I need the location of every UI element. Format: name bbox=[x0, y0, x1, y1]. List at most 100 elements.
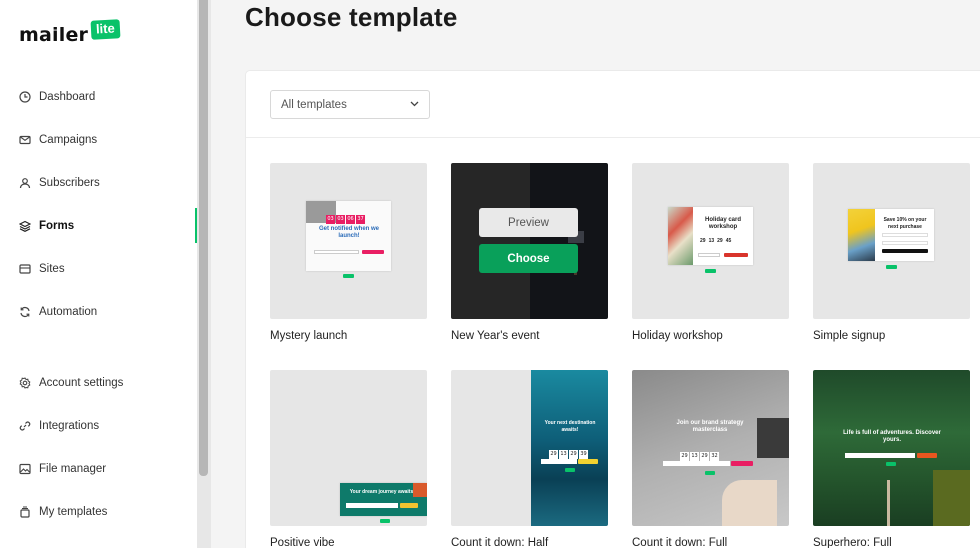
countdown-digit: 37 bbox=[356, 215, 365, 224]
countdown-digit: 29 bbox=[717, 238, 723, 244]
sidebar-item-label: File manager bbox=[39, 463, 107, 475]
sidebar-item-label: Account settings bbox=[39, 377, 124, 389]
sidebar-item-automation[interactable]: Automation bbox=[18, 303, 188, 321]
image-icon bbox=[18, 462, 32, 476]
sidebar-item-dashboard[interactable]: Dashboard bbox=[18, 88, 188, 106]
select-value: All templates bbox=[281, 98, 347, 111]
thumbnail-input bbox=[314, 250, 359, 254]
panel-divider bbox=[246, 137, 980, 138]
thumbnail-dark-left bbox=[451, 163, 530, 319]
countdown-digit: 32 bbox=[710, 452, 719, 461]
thumbnail-badge bbox=[343, 274, 354, 278]
template-card-mystery-launch[interactable]: 03 03 06 37 Get notified when we launch! bbox=[270, 163, 427, 319]
thumbnail-laptop bbox=[757, 418, 789, 458]
template-name: Holiday workshop bbox=[632, 330, 723, 342]
thumbnail-input bbox=[541, 459, 577, 464]
mailerlite-logo[interactable]: mailer lite bbox=[19, 19, 121, 46]
thumbnail-badge bbox=[886, 462, 896, 466]
clock-icon bbox=[18, 90, 32, 104]
template-card-superhero-full[interactable]: Life is full of adventures. Discover you… bbox=[813, 370, 970, 526]
user-icon bbox=[18, 176, 32, 190]
template-thumbnail: Your dream journey awaits bbox=[340, 483, 427, 516]
countdown: 03 03 06 37 bbox=[326, 207, 366, 225]
sidebar-item-sites[interactable]: Sites bbox=[18, 260, 188, 278]
template-card-count-it-down-full[interactable]: Join our brand strategy masterclass 29 13… bbox=[632, 370, 789, 526]
thumbnail-heading: Holiday card workshop bbox=[704, 217, 741, 230]
template-thumbnail: Your next destination awaits! 29 13 29 39 bbox=[531, 370, 608, 526]
logo-badge: lite bbox=[90, 19, 121, 40]
thumbnail-input bbox=[845, 453, 915, 458]
thumbnail-badge bbox=[705, 471, 715, 475]
thumbnail-image bbox=[848, 209, 875, 261]
sidebar-item-account-settings[interactable]: Account settings bbox=[18, 374, 188, 392]
thumbnail-badge bbox=[565, 468, 575, 472]
sidebar-item-label: Automation bbox=[39, 306, 98, 318]
countdown-digit: 13 bbox=[690, 452, 699, 461]
thumbnail-hand bbox=[722, 480, 777, 526]
countdown-digit: 03 bbox=[326, 215, 335, 224]
template-name: Count it down: Half bbox=[451, 537, 549, 548]
thumbnail-decoration bbox=[413, 483, 427, 497]
template-card-count-it-down-half[interactable]: Your next destination awaits! 29 13 29 39 bbox=[451, 370, 608, 526]
thumbnail-trees bbox=[933, 470, 970, 526]
thumbnail-heading: Save 10% on your next purchase bbox=[883, 217, 927, 230]
template-filter-select[interactable]: All templates bbox=[270, 90, 430, 119]
sidebar-item-integrations[interactable]: Integrations bbox=[18, 417, 188, 435]
sidebar-item-my-templates[interactable]: My templates bbox=[18, 503, 188, 521]
thumbnail-button bbox=[362, 250, 384, 254]
sidebar-item-label: Campaigns bbox=[39, 134, 98, 146]
countdown: 29 13 29 45 bbox=[700, 238, 731, 244]
countdown-digit: 29 bbox=[680, 452, 689, 461]
logo-text: mailer bbox=[19, 24, 89, 46]
thumbnail-heading: Your next destination awaits! bbox=[544, 420, 596, 433]
thumbnail-heading: Life is full of adventures. Discover you… bbox=[843, 430, 941, 443]
template-name: Count it down: Full bbox=[632, 537, 728, 548]
sidebar: mailer lite Dashboard Campaigns Subscrib… bbox=[0, 0, 197, 548]
thumbnail-button bbox=[578, 459, 598, 464]
thumbnail-badge bbox=[705, 269, 716, 273]
template-name: Mystery launch bbox=[270, 330, 348, 342]
link-icon bbox=[18, 419, 32, 433]
template-name: Simple signup bbox=[813, 330, 886, 342]
sidebar-item-label: My templates bbox=[39, 506, 108, 518]
template-name: New Year's event bbox=[451, 330, 540, 342]
thumbnail-button bbox=[882, 249, 928, 253]
thumbnail-button bbox=[731, 461, 753, 466]
sidebar-item-forms[interactable]: Forms bbox=[18, 217, 188, 235]
sidebar-item-label: Integrations bbox=[39, 420, 100, 432]
countdown-digit: 13 bbox=[708, 238, 715, 244]
sidebar-item-campaigns[interactable]: Campaigns bbox=[18, 131, 188, 149]
sidebar-item-label: Dashboard bbox=[39, 91, 96, 103]
thumbnail-input bbox=[663, 461, 730, 466]
thumbnail-button bbox=[724, 253, 748, 257]
layers-icon bbox=[18, 219, 32, 233]
sidebar-item-label: Sites bbox=[39, 263, 65, 275]
preview-button[interactable]: Preview bbox=[479, 208, 578, 237]
sidebar-item-subscribers[interactable]: Subscribers bbox=[18, 174, 188, 192]
browser-icon bbox=[18, 262, 32, 276]
thumbnail-input bbox=[882, 233, 928, 237]
envelope-icon bbox=[18, 133, 32, 147]
template-thumbnail: Save 10% on your next purchase bbox=[848, 209, 934, 261]
stack-icon bbox=[18, 505, 32, 519]
chevron-down-icon bbox=[410, 99, 419, 110]
template-card-holiday-workshop[interactable]: Holiday card workshop 29 13 29 45 bbox=[632, 163, 789, 319]
countdown-digit: 39 bbox=[579, 450, 588, 459]
template-card-simple-signup[interactable]: Save 10% on your next purchase bbox=[813, 163, 970, 319]
thumbnail-dark-right bbox=[530, 163, 608, 319]
countdown-digit: 45 bbox=[725, 238, 732, 244]
thumbnail-bridge bbox=[887, 480, 890, 526]
template-card-new-years-event[interactable]: Preview Choose bbox=[451, 163, 608, 319]
sidebar-item-file-manager[interactable]: File manager bbox=[18, 460, 188, 478]
thumbnail-input bbox=[346, 503, 398, 508]
thumbnail-input bbox=[698, 253, 720, 257]
choose-button[interactable]: Choose bbox=[479, 244, 578, 273]
gear-icon bbox=[18, 376, 32, 390]
template-thumbnail: Holiday card workshop 29 13 29 45 bbox=[668, 207, 753, 265]
template-thumbnail: 03 03 06 37 Get notified when we launch! bbox=[306, 201, 391, 271]
countdown-digit: 29 bbox=[700, 238, 706, 244]
sidebar-scrollbar-thumb[interactable] bbox=[199, 0, 208, 476]
sidebar-item-label: Subscribers bbox=[39, 177, 100, 189]
thumbnail-button bbox=[917, 453, 937, 458]
template-card-positive-vibe[interactable]: Your dream journey awaits bbox=[270, 370, 427, 526]
